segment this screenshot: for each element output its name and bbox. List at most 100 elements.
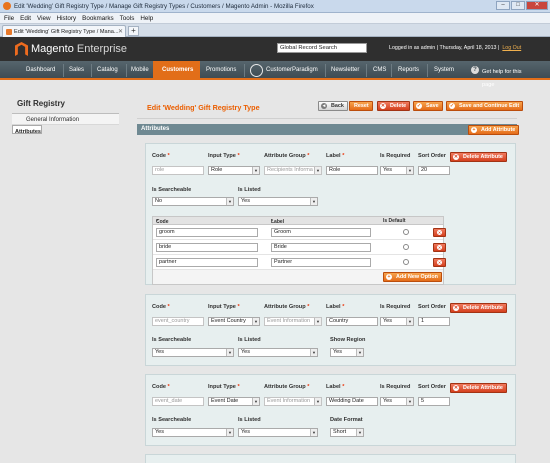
label-input[interactable]: Country bbox=[326, 317, 378, 326]
options-table-header: Code * Label * Is Default bbox=[153, 217, 443, 225]
is-listed-select[interactable]: Yes ▼ bbox=[238, 197, 318, 206]
nav-customerparadigm[interactable]: CustomerParadigm bbox=[266, 67, 318, 73]
is-searcheable-select[interactable]: Yes ▼ bbox=[152, 428, 234, 437]
menu-file[interactable]: File bbox=[4, 13, 14, 23]
option-code-input[interactable]: partner bbox=[156, 258, 258, 267]
save-continue-button[interactable]: ✓ Save and Continue Edit bbox=[446, 101, 524, 111]
page-title: Edit 'Wedding' Gift Registry Type bbox=[147, 103, 260, 112]
menu-edit[interactable]: Edit bbox=[20, 13, 31, 23]
logout-link[interactable]: Log Out bbox=[502, 45, 521, 51]
is-listed-label: Is Listed bbox=[238, 417, 261, 423]
nav-catalog[interactable]: Catalog bbox=[97, 67, 118, 73]
back-button[interactable]: ◂ Back bbox=[318, 101, 348, 111]
help-link[interactable]: Get help for this page bbox=[482, 66, 530, 92]
delete-icon: ✕ bbox=[453, 385, 459, 391]
menu-bookmarks[interactable]: Bookmarks bbox=[82, 13, 114, 23]
save-continue-icon: ✓ bbox=[449, 103, 455, 109]
option-delete-button[interactable]: ✕ bbox=[433, 243, 446, 252]
sort-order-input[interactable]: 20 bbox=[418, 166, 450, 175]
is-required-select[interactable]: Yes ▼ bbox=[380, 166, 414, 175]
is-listed-select[interactable]: Yes ▼ bbox=[238, 348, 318, 357]
add-attribute-button[interactable]: + Add Attribute bbox=[468, 125, 520, 135]
input-type-select[interactable]: Event Country ▼ bbox=[208, 317, 260, 326]
is-listed-label: Is Listed bbox=[238, 187, 261, 193]
nav-promotions[interactable]: Promotions bbox=[206, 67, 236, 73]
magento-logo-icon bbox=[15, 42, 28, 56]
option-label-input[interactable]: Bride bbox=[271, 243, 371, 252]
minimize-icon[interactable]: – bbox=[496, 1, 510, 10]
label-input[interactable]: Wedding Date bbox=[326, 397, 378, 406]
attribute-block-event-date: Code * Input Type * Attribute Group * La… bbox=[145, 374, 516, 446]
menu-history[interactable]: History bbox=[57, 13, 77, 23]
add-new-option-button[interactable]: + Add New Option bbox=[383, 272, 442, 282]
nav-newsletter[interactable]: Newsletter bbox=[331, 67, 359, 73]
sidebar-item-general-information[interactable]: General Information bbox=[12, 114, 119, 125]
nav-mobile[interactable]: Mobile bbox=[131, 67, 149, 73]
option-label-input[interactable]: Partner bbox=[271, 258, 371, 267]
date-format-select[interactable]: Short ▼ bbox=[330, 428, 364, 437]
is-listed-select[interactable]: Yes ▼ bbox=[238, 428, 318, 437]
user-info: Logged in as admin | Thursday, April 18,… bbox=[389, 45, 522, 51]
is-required-select[interactable]: Yes ▼ bbox=[380, 317, 414, 326]
chevron-down-icon: ▼ bbox=[356, 429, 363, 436]
nav-sales[interactable]: Sales bbox=[69, 67, 84, 73]
option-delete-button[interactable]: ✕ bbox=[433, 228, 446, 237]
magento-logo[interactable]: Magento Enterprise bbox=[31, 43, 127, 55]
sort-order-input[interactable]: 5 bbox=[418, 397, 450, 406]
option-delete-button[interactable]: ✕ bbox=[433, 258, 446, 267]
attribute-group-select[interactable]: Recipients Informa ▼ bbox=[264, 166, 322, 175]
help-icon[interactable]: ? bbox=[471, 66, 479, 74]
input-type-select[interactable]: Role ▼ bbox=[208, 166, 260, 175]
is-required-label: Is Required bbox=[380, 153, 411, 159]
delete-button[interactable]: ✕ Delete bbox=[377, 101, 411, 111]
attribute-group-label: Attribute Group * bbox=[264, 153, 310, 159]
option-code-input[interactable]: bride bbox=[156, 243, 258, 252]
menu-help[interactable]: Help bbox=[140, 13, 153, 23]
add-icon: + bbox=[471, 127, 477, 133]
nav-customers[interactable]: Customers bbox=[162, 67, 193, 73]
is-required-select[interactable]: Yes ▼ bbox=[380, 397, 414, 406]
option-default-radio[interactable] bbox=[403, 259, 409, 265]
code-input[interactable]: event_country bbox=[152, 317, 204, 326]
option-default-radio[interactable] bbox=[403, 229, 409, 235]
input-type-select[interactable]: Event Date ▼ bbox=[208, 397, 260, 406]
nav-cms[interactable]: CMS bbox=[373, 67, 386, 73]
option-code-input[interactable]: groom bbox=[156, 228, 258, 237]
save-button[interactable]: ✓ Save bbox=[413, 101, 443, 111]
option-label-input[interactable]: Groom bbox=[271, 228, 371, 237]
maximize-icon[interactable]: □ bbox=[511, 1, 525, 10]
close-icon[interactable]: ✕ bbox=[526, 1, 548, 10]
menu-bar: File Edit View History Bookmarks Tools H… bbox=[0, 13, 550, 24]
attribute-group-select[interactable]: Event Information ▼ bbox=[264, 317, 322, 326]
sort-order-label: Sort Order bbox=[418, 384, 446, 390]
browser-tab[interactable]: Edit 'Wedding' Gift Registry Type / Mana… bbox=[2, 25, 126, 37]
nav-dashboard[interactable]: Dashboard bbox=[26, 67, 55, 73]
chevron-down-icon: ▼ bbox=[310, 429, 317, 436]
show-region-select[interactable]: Yes ▼ bbox=[330, 348, 364, 357]
option-default-radio[interactable] bbox=[403, 244, 409, 250]
tab-close-icon[interactable]: ✕ bbox=[118, 28, 123, 35]
menu-tools[interactable]: Tools bbox=[120, 13, 135, 23]
sidebar-item-attributes[interactable]: Attributes bbox=[12, 125, 42, 134]
global-search-input[interactable]: Global Record Search bbox=[277, 43, 367, 53]
delete-attribute-button[interactable]: ✕ Delete Attribute bbox=[450, 152, 507, 162]
input-type-label: Input Type * bbox=[208, 304, 240, 310]
code-input[interactable]: role bbox=[152, 166, 204, 175]
delete-attribute-button[interactable]: ✕ Delete Attribute bbox=[450, 383, 507, 393]
nav-system[interactable]: System bbox=[434, 67, 454, 73]
reset-button[interactable]: Reset bbox=[349, 101, 373, 111]
delete-attribute-button[interactable]: ✕ Delete Attribute bbox=[450, 303, 507, 313]
attribute-block-event-country: Code * Input Type * Attribute Group * La… bbox=[145, 294, 516, 366]
options-table: Code * Label * Is Default groom Groom ✕ br… bbox=[152, 216, 446, 285]
is-searcheable-select[interactable]: No ▼ bbox=[152, 197, 234, 206]
label-input[interactable]: Role bbox=[326, 166, 378, 175]
code-input[interactable]: event_date bbox=[152, 397, 204, 406]
menu-view[interactable]: View bbox=[37, 13, 51, 23]
sort-order-input[interactable]: 1 bbox=[418, 317, 450, 326]
nav-reports[interactable]: Reports bbox=[398, 67, 419, 73]
chevron-down-icon: ▼ bbox=[252, 167, 259, 174]
delete-icon: ✕ bbox=[437, 260, 442, 265]
attribute-group-select[interactable]: Event Information ▼ bbox=[264, 397, 322, 406]
new-tab-button[interactable]: + bbox=[128, 26, 139, 36]
is-searcheable-select[interactable]: Yes ▼ bbox=[152, 348, 234, 357]
